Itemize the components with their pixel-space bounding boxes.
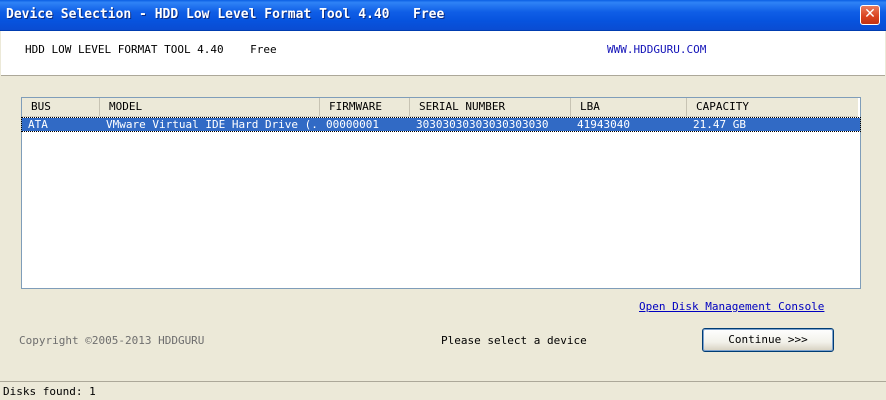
window-title: Device Selection - HDD Low Level Format … xyxy=(6,7,445,22)
continue-button[interactable]: Continue >>> xyxy=(702,328,834,352)
close-icon: ✕ xyxy=(864,6,876,22)
open-disk-management-link[interactable]: Open Disk Management Console xyxy=(639,300,824,313)
column-header-firmware[interactable]: FIRMWARE xyxy=(320,98,410,116)
app-name: HDD LOW LEVEL FORMAT TOOL 4.40 Free xyxy=(25,43,277,56)
disks-found-count: Disks found: 1 xyxy=(3,385,96,398)
device-lba: 41943040 xyxy=(577,118,630,131)
device-serial-number: 30303030303030303030 xyxy=(416,118,549,131)
copyright-text: Copyright ©2005-2013 HDDGURU xyxy=(19,334,205,347)
device-model: VMware Virtual IDE Hard Drive (... xyxy=(106,118,320,131)
status-message: Please select a device xyxy=(441,334,587,347)
title-bar[interactable]: Device Selection - HDD Low Level Format … xyxy=(0,0,886,31)
column-header-bus[interactable]: BUS xyxy=(22,98,100,116)
device-row[interactable]: ATA VMware Virtual IDE Hard Drive (... 0… xyxy=(21,117,861,132)
device-list[interactable]: BUS MODEL FIRMWARE SERIAL NUMBER LBA CAP… xyxy=(21,97,861,289)
status-bar: Disks found: 1 xyxy=(0,381,886,400)
website-link[interactable]: WWW.HDDGURU.COM xyxy=(607,43,706,56)
device-bus: ATA xyxy=(28,118,48,131)
column-header-model[interactable]: MODEL xyxy=(100,98,320,116)
device-capacity: 21.47 GB xyxy=(693,118,746,131)
close-button[interactable]: ✕ xyxy=(860,5,880,25)
column-header-serial-number[interactable]: SERIAL NUMBER xyxy=(410,98,571,116)
header-banner: HDD LOW LEVEL FORMAT TOOL 4.40 Free WWW.… xyxy=(1,31,885,76)
device-firmware: 00000001 xyxy=(326,118,379,131)
device-selection-window: Device Selection - HDD Low Level Format … xyxy=(0,0,886,400)
column-header-capacity[interactable]: CAPACITY xyxy=(687,98,858,116)
column-header-lba[interactable]: LBA xyxy=(571,98,687,116)
device-list-header: BUS MODEL FIRMWARE SERIAL NUMBER LBA CAP… xyxy=(22,98,858,117)
